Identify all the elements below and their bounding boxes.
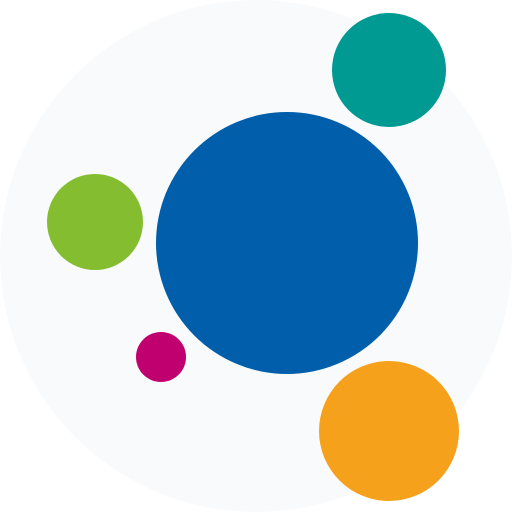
app-logo bbox=[0, 0, 512, 512]
teal-circle-icon bbox=[332, 13, 446, 127]
green-circle-icon bbox=[47, 174, 143, 270]
blue-circle-icon bbox=[156, 112, 418, 374]
orange-circle-icon bbox=[319, 361, 459, 501]
magenta-circle-icon bbox=[136, 332, 186, 382]
logo-svg bbox=[0, 0, 512, 512]
